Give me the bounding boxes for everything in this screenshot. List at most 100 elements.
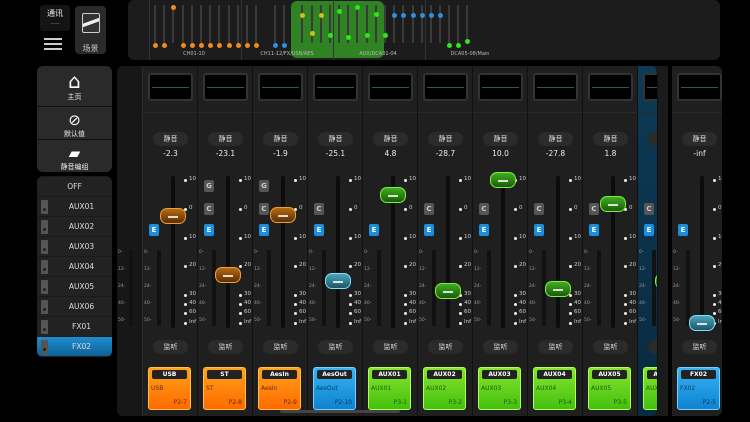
channel-card[interactable]: AUX02 AUX02 P3-2 <box>423 367 466 410</box>
fader-scale-label: 0 <box>519 205 523 211</box>
fader-handle[interactable] <box>689 315 715 331</box>
mute-button[interactable]: 静音 <box>483 132 518 146</box>
fader-handle[interactable] <box>600 195 626 212</box>
send-item-fx01[interactable]: FX01 <box>37 316 112 336</box>
mute-button[interactable]: 静音 <box>538 132 573 146</box>
mute-button[interactable]: 静音 <box>373 132 408 146</box>
overview-fader <box>246 5 248 43</box>
monitor-button[interactable]: 监听 <box>153 340 188 354</box>
mute-button[interactable]: 静音 <box>593 132 628 146</box>
horizontal-scrollbar[interactable] <box>280 410 400 413</box>
eq-badge[interactable]: E <box>314 224 324 236</box>
send-item-aux03[interactable]: AUX03 <box>37 236 112 256</box>
fader-handle[interactable] <box>215 266 241 283</box>
scale-dot <box>239 312 242 315</box>
send-item-aux02[interactable]: AUX02 <box>37 216 112 236</box>
eq-badge[interactable]: E <box>204 224 214 236</box>
monitor-button[interactable]: 监听 <box>373 340 408 354</box>
eq-badge[interactable]: E <box>149 224 159 236</box>
fader-handle[interactable] <box>270 206 296 223</box>
send-item-aux06[interactable]: AUX06 <box>37 296 112 316</box>
fader-track[interactable] <box>171 176 175 328</box>
send-item-aux05[interactable]: AUX05 <box>37 276 112 296</box>
fader-overview[interactable]: CH01-10 CH11-12/FX/USB/AES AUX/DCA01-04 DCA… <box>128 0 720 60</box>
channel-card[interactable]: ST ST P2-8 <box>203 367 246 410</box>
mute-button[interactable]: 静音 <box>318 132 353 146</box>
channel-card[interactable]: AesIn AesIn P2-9 <box>258 367 301 410</box>
group-badge[interactable]: G <box>259 180 269 192</box>
monitor-button[interactable]: 监听 <box>483 340 518 354</box>
fader-handle[interactable] <box>160 207 186 224</box>
mute-button[interactable]: 静音 <box>208 132 243 146</box>
fader-handle[interactable] <box>490 172 516 188</box>
channel-card[interactable]: USB USB P2-7 <box>148 367 191 410</box>
meter-scale-label: 50- <box>529 318 537 323</box>
monitor-button[interactable]: 监听 <box>648 340 657 354</box>
channel-meter <box>377 250 381 326</box>
mute-button[interactable]: 静音 <box>648 132 657 146</box>
monitor-button[interactable]: 监听 <box>428 340 463 354</box>
compressor-badge[interactable]: C <box>534 203 544 215</box>
fader-track[interactable] <box>501 176 505 328</box>
eq-badge[interactable]: E <box>678 224 688 236</box>
send-item-aux01[interactable]: AUX01 <box>37 196 112 216</box>
eq-badge[interactable]: E <box>589 224 599 236</box>
mute-group-button[interactable]: ▰ 静音编组 <box>37 140 112 172</box>
home-button[interactable]: ⌂ 主页 <box>37 66 112 106</box>
compressor-badge[interactable]: C <box>424 203 434 215</box>
hamburger-menu-icon[interactable] <box>44 38 62 52</box>
compressor-badge[interactable]: C <box>259 203 269 215</box>
comm-status[interactable]: 通讯 ----- <box>40 5 70 31</box>
channel-card[interactable]: AUX03 AUX03 P3-3 <box>478 367 521 410</box>
compressor-badge[interactable]: C <box>589 203 599 215</box>
send-item-fx02[interactable]: FX02 <box>37 336 112 356</box>
fader-track[interactable] <box>226 176 230 328</box>
channel-card[interactable]: AUX01 AUX01 P3-1 <box>368 367 411 410</box>
compressor-badge[interactable]: C <box>314 203 324 215</box>
mute-button[interactable]: 静音 <box>263 132 298 146</box>
fader-track[interactable] <box>336 176 340 328</box>
monitor-button[interactable]: 监听 <box>263 340 298 354</box>
monitor-button[interactable]: 监听 <box>682 340 717 354</box>
eq-badge[interactable]: E <box>644 224 654 236</box>
scale-dot <box>624 265 627 268</box>
channel-card[interactable]: AesOut AesOut P2-10 <box>313 367 356 410</box>
eq-badge[interactable]: E <box>369 224 379 236</box>
compressor-badge[interactable]: C <box>204 203 214 215</box>
fader-handle[interactable] <box>380 187 406 204</box>
channel-card[interactable]: AUX06AUX06P3-6 <box>643 367 657 410</box>
fader-track[interactable] <box>556 176 560 328</box>
scene-button[interactable]: 场景 <box>75 6 106 54</box>
mute-button[interactable]: 静音 <box>153 132 188 146</box>
channel-card[interactable]: AUX04 AUX04 P3-4 <box>533 367 576 410</box>
send-item-off[interactable]: OFF <box>37 176 112 196</box>
mute-button[interactable]: 静音 <box>682 132 717 146</box>
eq-badge[interactable]: E <box>479 224 489 236</box>
scene-icon <box>81 13 100 33</box>
monitor-button[interactable]: 监听 <box>593 340 628 354</box>
fader-track[interactable] <box>700 176 704 328</box>
compressor-badge[interactable]: C <box>479 203 489 215</box>
fader-handle[interactable] <box>655 272 657 289</box>
eq-badge[interactable]: E <box>534 224 544 236</box>
group-badge[interactable]: G <box>204 180 214 192</box>
fader-track[interactable] <box>446 176 450 328</box>
monitor-button[interactable]: 监听 <box>208 340 243 354</box>
fader-handle[interactable] <box>545 280 571 297</box>
fader-scale-label: 60 <box>244 309 251 315</box>
eq-badge[interactable]: E <box>424 224 434 236</box>
mute-button[interactable]: 静音 <box>428 132 463 146</box>
channel-title: AUX05 <box>592 370 627 379</box>
fader-track[interactable] <box>281 176 285 328</box>
channel-card[interactable]: AUX05 AUX05 P3-5 <box>588 367 631 410</box>
send-item-aux04[interactable]: AUX04 <box>37 256 112 276</box>
eq-badge[interactable]: E <box>259 224 269 236</box>
fader-scale-label: 10 <box>189 234 196 240</box>
channel-card[interactable]: FX02 FX02 P2-5 <box>677 367 720 410</box>
monitor-button[interactable]: 监听 <box>318 340 353 354</box>
fader-handle[interactable] <box>435 283 461 300</box>
fader-handle[interactable] <box>325 272 351 289</box>
default-button[interactable]: ⊘ 默认值 <box>37 107 112 139</box>
monitor-button[interactable]: 监听 <box>538 340 573 354</box>
compressor-badge[interactable]: C <box>644 203 654 215</box>
